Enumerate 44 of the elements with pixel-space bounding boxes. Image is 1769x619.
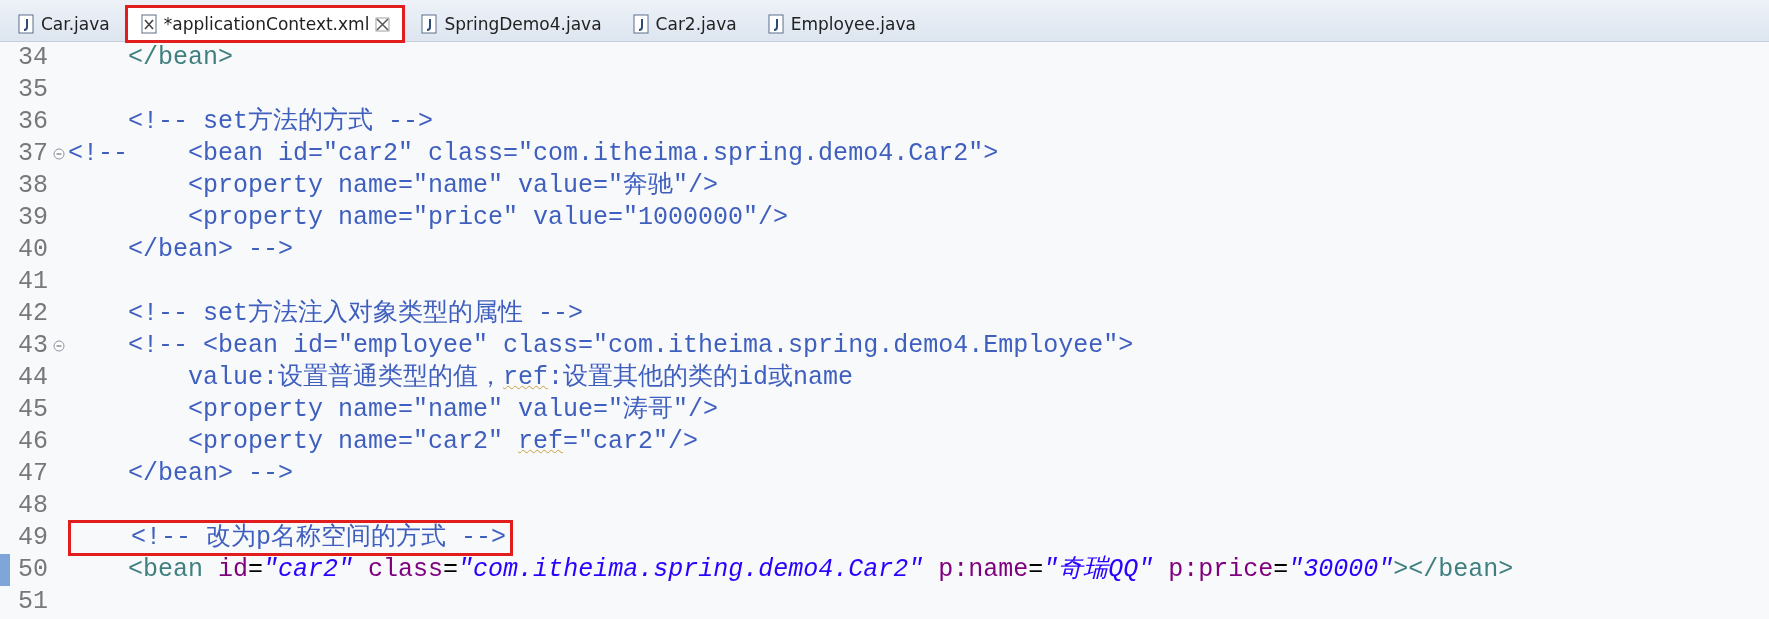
line-number: 43 — [17, 330, 49, 363]
line-number: 44 — [17, 362, 49, 395]
editor-tab[interactable]: Car2.java — [618, 6, 750, 41]
close-icon[interactable] — [375, 16, 391, 32]
code-line: <bean id="car2" class="com.itheima.spring.demo4.Car2" p:name="奇瑞QQ" p:price="30000"></bean> — [127, 555, 1514, 585]
line-number: 34 — [17, 42, 49, 75]
line-number: 35 — [17, 74, 49, 107]
code-line: <property name="car2" ref="car2"/> — [187, 427, 699, 457]
line-number: 36 — [17, 106, 49, 139]
xml-file-icon — [139, 14, 158, 35]
java-file-icon — [420, 14, 439, 35]
editor-tab[interactable]: Car.java — [4, 6, 123, 41]
line-number: 51 — [17, 586, 49, 619]
code-line: </bean> --> — [127, 235, 294, 265]
code-line: <!-- set方法注入对象类型的属性 --> — [127, 299, 584, 329]
code-line: <!-- set方法的方式 --> — [127, 107, 434, 137]
code-line: </bean> --> — [127, 459, 294, 489]
fold-icon[interactable] — [53, 340, 65, 352]
line-number: 47 — [17, 458, 49, 491]
code-line: <property name="name" value="奔驰"/> — [187, 171, 719, 201]
line-number: 45 — [17, 394, 49, 427]
code-line: <property name="price" value="1000000"/> — [187, 203, 789, 233]
editor-tab[interactable]: SpringDemo4.java — [407, 6, 615, 41]
code-line: <!-- <bean id="car2" class="com.itheima.spring.demo4.Car2"> — [68, 139, 999, 169]
java-file-icon — [17, 14, 35, 35]
line-number: 40 — [17, 234, 49, 267]
code-line: <property name="name" value="涛哥"/> — [187, 395, 719, 425]
fold-icon[interactable] — [53, 148, 65, 160]
editor-tab[interactable]: *applicationContext.xml — [126, 6, 404, 41]
code-line: value:设置普通类型的值，ref:设置其他的类的id或name — [187, 363, 854, 393]
line-number: 39 — [17, 202, 49, 235]
java-file-icon — [766, 14, 785, 35]
line-number: 46 — [17, 426, 49, 459]
editor-tab[interactable]: Employee.java — [753, 6, 929, 41]
line-number: 48 — [17, 490, 49, 523]
line-number: 41 — [17, 266, 49, 299]
line-number: 38 — [17, 170, 49, 203]
code-line: </bean> — [127, 43, 234, 73]
line-number: 49 — [17, 522, 49, 555]
code-line: <!-- <bean id="employee" class="com.itheima.spring.demo4.Employee"> — [127, 331, 1134, 361]
line-number: 42 — [17, 298, 49, 331]
line-number: 37 — [17, 138, 49, 171]
line-number: 50 — [17, 554, 49, 587]
java-file-icon — [631, 14, 650, 35]
